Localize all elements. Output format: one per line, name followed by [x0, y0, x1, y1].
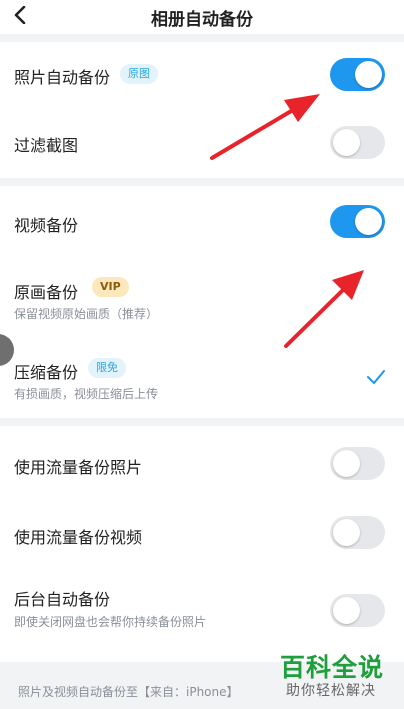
watermark-logo-text: 百科全说 [280, 653, 385, 682]
red-arrow-icon [284, 270, 364, 348]
annotation-arrows [210, 94, 364, 348]
watermark-slogan: 助你轻松解决 [286, 683, 376, 699]
red-arrow-icon [210, 94, 320, 160]
